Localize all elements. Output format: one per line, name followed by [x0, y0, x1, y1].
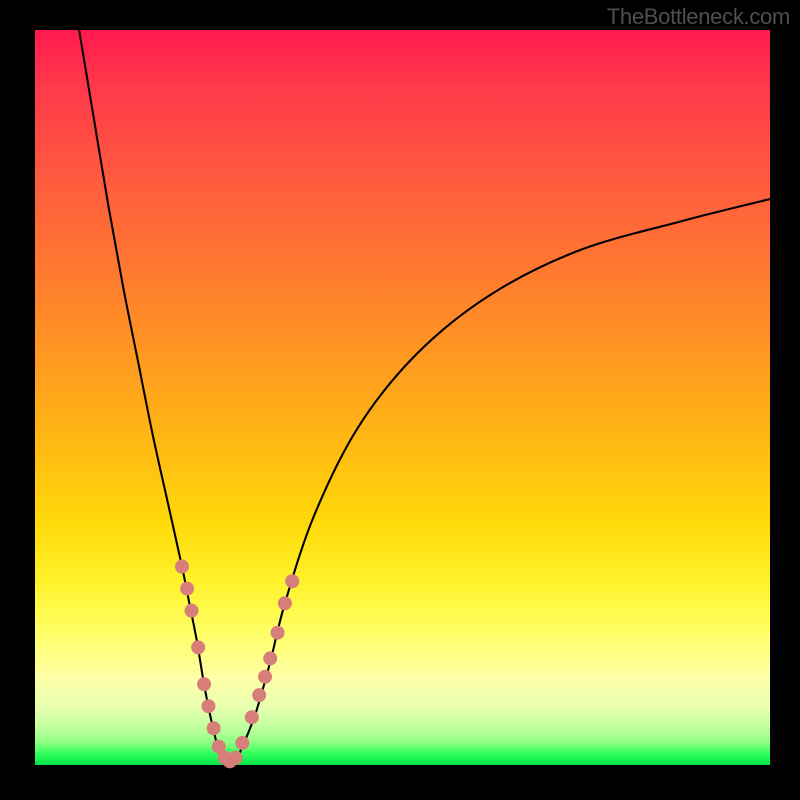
highlight-dot	[271, 626, 285, 640]
highlight-dot	[207, 721, 221, 735]
highlight-dot	[185, 604, 199, 618]
highlight-dot	[201, 699, 215, 713]
highlight-dot	[263, 651, 277, 665]
highlight-dot	[245, 710, 259, 724]
bottleneck-curve	[79, 30, 770, 767]
highlight-dot	[191, 640, 205, 654]
highlight-dot	[278, 596, 292, 610]
marker-group	[175, 560, 299, 769]
chart-frame: TheBottleneck.com	[0, 0, 800, 800]
plot-area	[35, 30, 770, 765]
watermark-text: TheBottleneck.com	[607, 4, 790, 30]
highlight-dot	[197, 677, 211, 691]
highlight-dot	[285, 574, 299, 588]
highlight-dot	[258, 670, 272, 684]
highlight-dot	[175, 560, 189, 574]
highlight-dot	[229, 751, 243, 765]
highlight-dot	[180, 582, 194, 596]
curve-overlay	[35, 30, 770, 765]
highlight-dot	[235, 736, 249, 750]
highlight-dot	[252, 688, 266, 702]
